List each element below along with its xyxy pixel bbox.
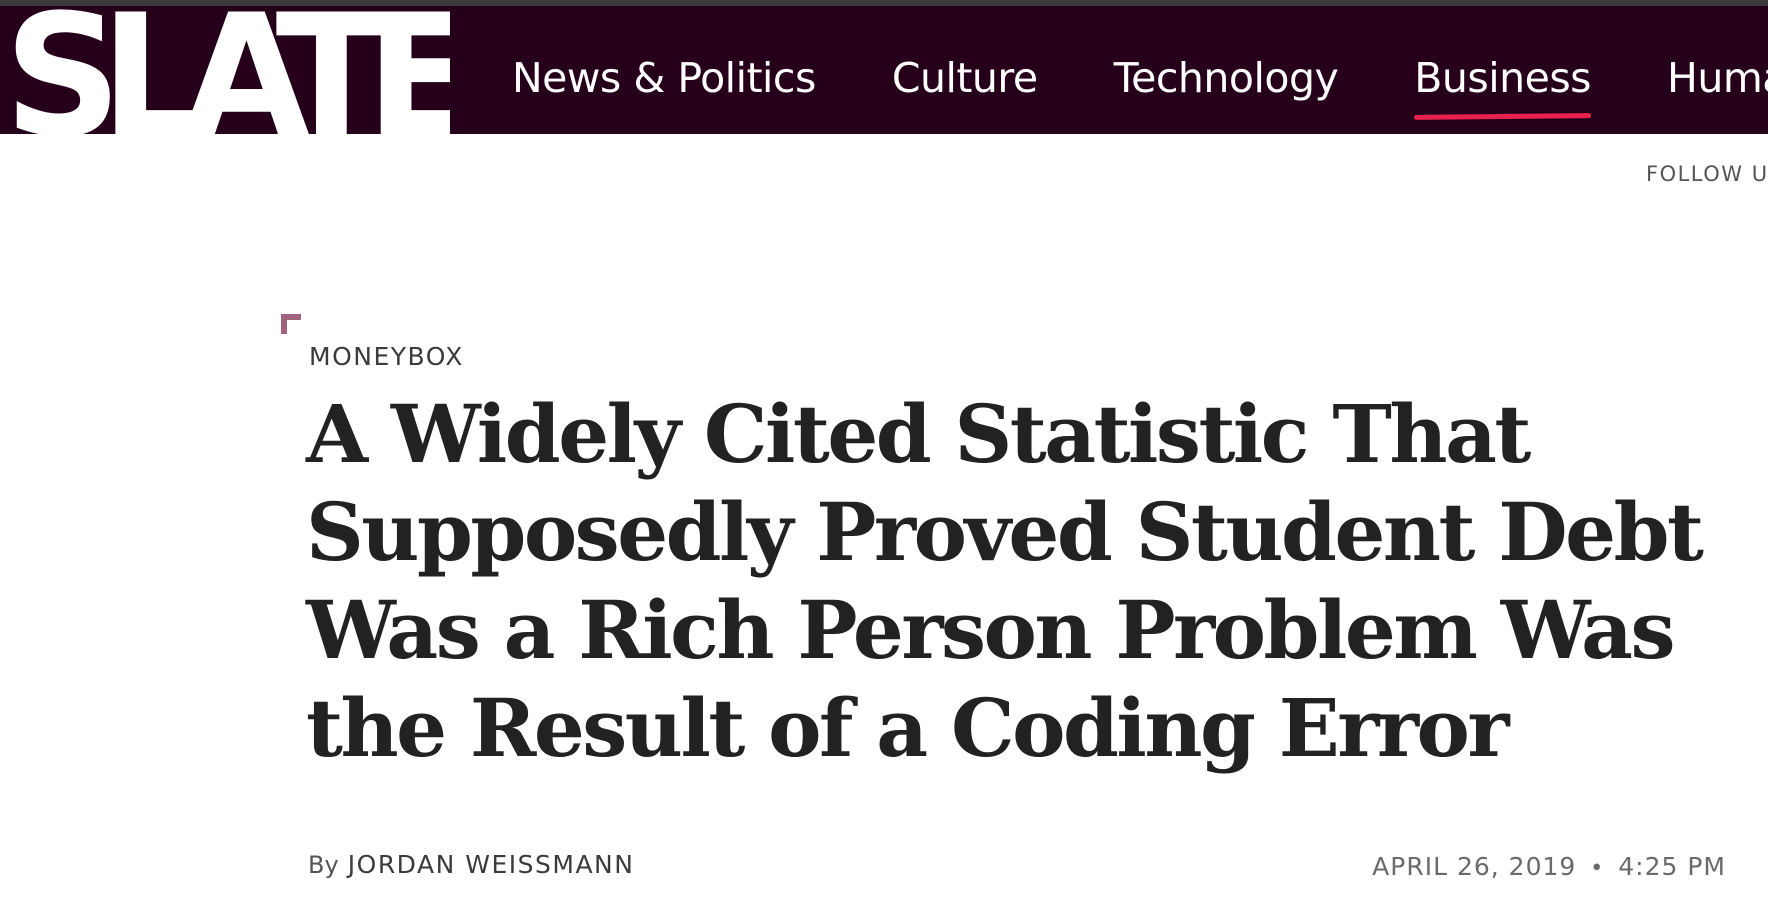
publish-dateline: APRIL 26, 2019 • 4:25 PM xyxy=(1372,852,1726,881)
publish-time: 4:25 PM xyxy=(1618,852,1726,881)
publish-date: APRIL 26, 2019 xyxy=(1372,852,1577,881)
nav-item-technology[interactable]: Technology xyxy=(1114,42,1339,99)
nav-item-news-politics[interactable]: News & Politics xyxy=(512,42,816,99)
follow-us-link[interactable]: FOLLOW U xyxy=(1646,162,1768,186)
nav-item-label: News & Politics xyxy=(512,53,816,102)
slate-logo[interactable]: SLATE xyxy=(10,6,450,134)
article-headline: A Widely Cited Statistic That Supposedly… xyxy=(306,387,1704,775)
byline-prefix: By xyxy=(308,851,339,879)
dateline-separator: • xyxy=(1590,856,1605,881)
site-header: SLATE News & Politics Culture Technology… xyxy=(0,6,1768,134)
nav-item-label: Huma xyxy=(1667,53,1768,102)
section-kicker[interactable]: MONEYBOX xyxy=(309,342,464,371)
corner-bracket-icon xyxy=(281,314,301,334)
main-nav: News & Politics Culture Technology Busin… xyxy=(512,6,1768,134)
active-nav-underline xyxy=(1414,112,1592,120)
nav-item-business[interactable]: Business xyxy=(1414,42,1592,120)
nav-item-human-interest[interactable]: Huma xyxy=(1667,42,1768,99)
nav-item-label: Culture xyxy=(891,53,1038,102)
logo-text: SLATE xyxy=(10,6,450,134)
byline: By JORDAN WEISSMANN xyxy=(308,850,634,879)
nav-item-culture[interactable]: Culture xyxy=(892,42,1038,99)
nav-item-label: Technology xyxy=(1113,53,1339,102)
nav-item-label: Business xyxy=(1414,53,1592,102)
author-link[interactable]: JORDAN WEISSMANN xyxy=(348,850,635,879)
slate-logo-icon: SLATE xyxy=(10,6,450,134)
